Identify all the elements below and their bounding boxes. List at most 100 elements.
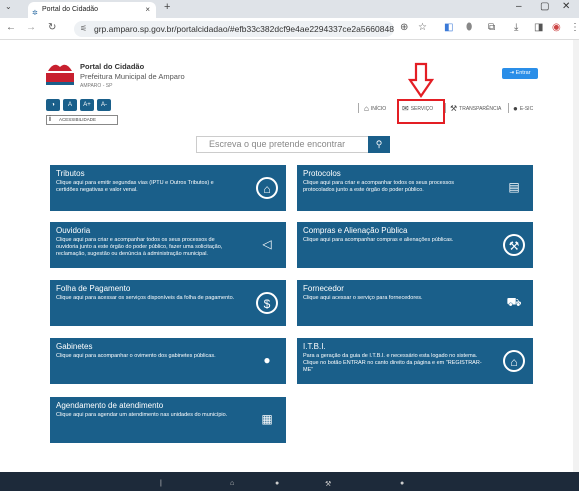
- card-description: Clique aqui para criar e acompanhar todo…: [303, 180, 455, 193]
- bookmark-star-icon[interactable]: ☆: [418, 22, 427, 33]
- card-description: Clique aqui acessar o serviço para forne…: [303, 295, 423, 301]
- bank-icon: ⌂: [256, 177, 278, 199]
- card-title: Compras e Alienação Pública: [303, 226, 408, 235]
- house-icon: ⌂: [503, 350, 525, 372]
- sidebar-icon[interactable]: ◨: [534, 22, 543, 33]
- login-icon: ⇥: [509, 70, 515, 76]
- red-highlight-box: [397, 99, 445, 124]
- red-arrow-annotation: [408, 62, 434, 98]
- card-gabinetes[interactable]: Gabinetes Clique aqui para acompanhar o …: [50, 338, 286, 384]
- card-title: Fornecedor: [303, 284, 344, 293]
- contrast-button[interactable]: ◑: [46, 99, 60, 111]
- address-bar-row: ← → ↻ ⚟ grp.amparo.sp.gov.br/portalcidad…: [0, 18, 579, 40]
- card-description: Clique aqui para agendar um atendimento …: [56, 412, 228, 418]
- search-icon: ⚲: [375, 139, 383, 149]
- card-description: Clique aqui para acessar os serviços dis…: [56, 295, 235, 301]
- nav-inicio-label: INÍCIO: [370, 105, 387, 112]
- nav-divider: [445, 103, 446, 113]
- cart-icon: ⛟: [506, 295, 522, 309]
- maximize-icon[interactable]: ▢: [540, 1, 549, 12]
- footer: | ⌂ ● ⚒ ●: [0, 472, 579, 491]
- footer-gavel-icon[interactable]: ⚒: [325, 480, 331, 488]
- info-circle-icon: ●: [513, 104, 518, 113]
- nav-transparencia-label: TRANSPARÊNCIA: [459, 105, 502, 112]
- card-title: Tributos: [56, 169, 85, 178]
- new-tab-button[interactable]: +: [164, 1, 170, 13]
- site-city: AMPARO - SP: [80, 83, 113, 89]
- nav-esic-label: E-SIC: [519, 105, 534, 112]
- login-button[interactable]: ⇥ Entrar: [502, 68, 538, 79]
- card-description: Clique aqui para acompanhar compras e al…: [303, 237, 454, 243]
- card-protocolos[interactable]: Protocolos Clique aqui para criar e acom…: [297, 165, 533, 211]
- card-title: I.T.B.I.: [303, 342, 326, 351]
- card-tributos[interactable]: Tributos Clique aqui para emitir segunda…: [50, 165, 286, 211]
- font-increase-button[interactable]: A+: [80, 99, 94, 111]
- document-icon: ▤: [508, 180, 520, 194]
- card-folha-pagamento[interactable]: Folha de Pagamento Clique aqui para aces…: [50, 280, 286, 326]
- card-title: Folha de Pagamento: [56, 284, 131, 293]
- search-input[interactable]: Escreva o que pretende encontrar: [196, 136, 370, 153]
- nav-divider: [358, 103, 359, 113]
- card-itbi[interactable]: I.T.B.I. Para a geração da guia de I.T.B…: [297, 338, 533, 384]
- home-icon: ⌂: [364, 104, 369, 113]
- card-title: Ouvidoria: [56, 226, 91, 235]
- zoom-icon[interactable]: ⊕: [400, 22, 408, 33]
- person-icon: ●: [263, 353, 271, 367]
- tab-title: Portal do Cidadão: [42, 6, 99, 13]
- accessibility-link[interactable]: i ACESSIBILIDADE: [46, 115, 118, 125]
- card-fornecedor[interactable]: Fornecedor Clique aqui acessar o serviço…: [297, 280, 533, 326]
- nav-esic[interactable]: ● E-SIC: [513, 104, 533, 113]
- accessibility-label: ACESSIBILIDADE: [59, 117, 97, 122]
- info-icon: i: [49, 116, 51, 123]
- card-ouvidoria[interactable]: Ouvidoria Clique aqui para criar e acomp…: [50, 222, 286, 268]
- footer-divider: |: [160, 480, 162, 487]
- footer-info-icon[interactable]: ●: [400, 480, 404, 487]
- nav-transparencia[interactable]: ⚒ TRANSPARÊNCIA: [450, 104, 501, 113]
- minimize-icon[interactable]: –: [516, 1, 522, 12]
- login-label: Entrar: [515, 70, 531, 76]
- site-subtitle: Prefeitura Municipal de Amparo: [80, 72, 185, 81]
- search-button[interactable]: ⚲: [368, 136, 390, 153]
- profile-icon[interactable]: ◉: [552, 22, 561, 33]
- browser-tab[interactable]: ✲ Portal do Cidadão ×: [28, 2, 156, 18]
- nav-inicio[interactable]: ⌂ INÍCIO: [364, 104, 386, 113]
- card-description: Clique aqui para acompanhar o ovimento d…: [56, 353, 216, 359]
- footer-home-icon[interactable]: ⌂: [230, 480, 234, 487]
- browser-menu-icon[interactable]: ⋮: [570, 22, 579, 33]
- extensions-puzzle-icon[interactable]: ⧉: [488, 22, 495, 33]
- download-icon[interactable]: ⤓: [514, 22, 518, 33]
- card-title: Gabinetes: [56, 342, 93, 351]
- reload-icon[interactable]: ↻: [48, 22, 56, 33]
- forward-icon[interactable]: →: [26, 22, 36, 33]
- font-normal-button[interactable]: A: [63, 99, 77, 111]
- card-description: Clique aqui para emitir segundas vias (I…: [56, 180, 214, 193]
- back-icon[interactable]: ←: [6, 22, 16, 33]
- card-title: Protocolos: [303, 169, 341, 178]
- card-compras[interactable]: Compras e Alienação Pública Clique aqui …: [297, 222, 533, 268]
- nav-divider: [508, 103, 509, 113]
- site-info-icon[interactable]: ⚟: [80, 21, 87, 37]
- money-icon: $: [256, 292, 278, 314]
- tab-close-icon[interactable]: ×: [145, 2, 150, 18]
- gavel-icon: ⚒: [450, 104, 458, 113]
- font-decrease-button[interactable]: A-: [97, 99, 111, 111]
- browser-tab-bar: ⌄ ✲ Portal do Cidadão × + – ▢ ✕: [0, 0, 579, 18]
- card-description: Clique aqui para criar e acompanhar todo…: [56, 237, 223, 257]
- extension-icon[interactable]: ◧: [444, 22, 453, 33]
- gavel-icon: ⚒: [503, 234, 525, 256]
- megaphone-icon: ◁: [262, 237, 272, 251]
- page-scrollbar[interactable]: [573, 40, 579, 472]
- amparo-logo[interactable]: [46, 59, 74, 85]
- footer-chat-icon[interactable]: ●: [275, 480, 279, 487]
- extension-shield-icon[interactable]: ⬮: [466, 22, 472, 33]
- url-input[interactable]: ⚟ grp.amparo.sp.gov.br/portalcidadao/#ef…: [74, 21, 394, 37]
- card-description: Para a geração da guia de I.T.B.I. e nec…: [303, 353, 482, 373]
- site-name: Portal do Cidadão: [80, 62, 145, 71]
- tab-list-icon[interactable]: ⌄: [5, 2, 12, 11]
- search-placeholder: Escreva o que pretende encontrar: [209, 139, 346, 149]
- close-window-icon[interactable]: ✕: [562, 1, 570, 12]
- calendar-icon: ▦: [261, 412, 273, 426]
- card-title: Agendamento de atendimento: [56, 401, 164, 410]
- card-agendamento[interactable]: Agendamento de atendimento Clique aqui p…: [50, 397, 286, 443]
- url-text: grp.amparo.sp.gov.br/portalcidadao/#efb3…: [94, 24, 394, 34]
